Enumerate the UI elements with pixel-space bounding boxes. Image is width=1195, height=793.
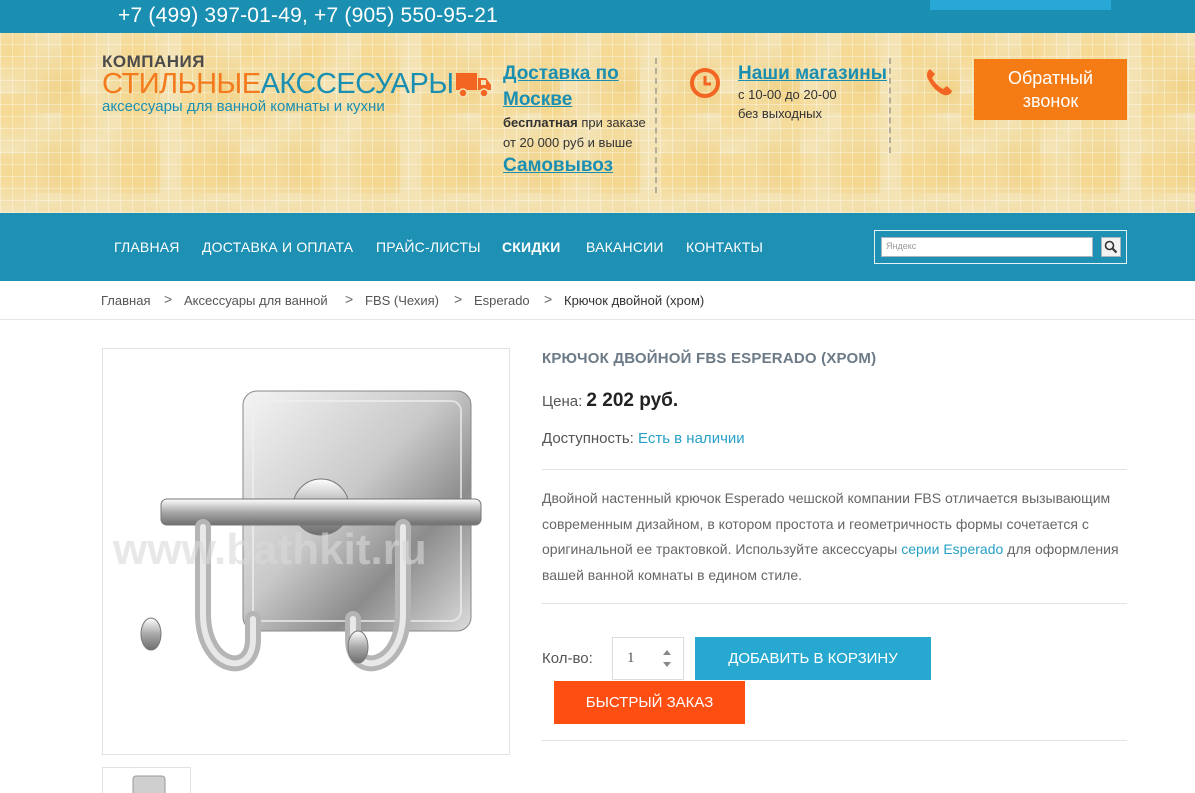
- nav-item-contacts[interactable]: Контакты: [686, 239, 763, 255]
- breadcrumb: Главная > Аксессуары для ванной > FBS (Ч…: [0, 281, 1195, 320]
- breadcrumb-current: Крючок двойной (хром): [564, 293, 705, 308]
- series-link[interactable]: серии Esperado: [901, 541, 1003, 557]
- logo-brand: СТИЛЬНЫЕАКССЕСУАРЫ: [102, 68, 454, 100]
- price-label: Цена:: [542, 393, 583, 410]
- logo-brand-part2: АКССЕСУАРЫ: [260, 68, 454, 100]
- search-input[interactable]: Яндекс: [881, 237, 1093, 257]
- delivery-block: Доставка по Москве бесплатная при заказе…: [503, 61, 655, 178]
- breadcrumb-item-home[interactable]: Главная: [101, 293, 150, 308]
- search-button[interactable]: [1101, 237, 1121, 257]
- callback-line2: звонок: [1022, 91, 1079, 111]
- search-icon: [1104, 240, 1118, 254]
- nav-item-home[interactable]: Главная: [114, 239, 180, 255]
- divider: [542, 740, 1127, 741]
- site-header: КОМПАНИЯ СТИЛЬНЫЕАКССЕСУАРЫ аксессуары д…: [0, 33, 1195, 213]
- price-row: Цена: 2 202 руб.: [542, 390, 678, 412]
- stores-link[interactable]: Наши магазины: [738, 63, 887, 85]
- nav-item-vacancies[interactable]: Вакансии: [586, 239, 664, 255]
- price-value: 2 202 руб.: [586, 390, 679, 411]
- breadcrumb-separator: >: [454, 291, 463, 307]
- nav-item-delivery[interactable]: Доставка и оплата: [202, 239, 353, 255]
- spinner-up-icon[interactable]: [663, 650, 671, 655]
- product-image[interactable]: www.bathkit.ru: [102, 348, 510, 755]
- header-divider: [889, 58, 891, 153]
- phone-numbers[interactable]: +7 (499) 397-01-49, +7 (905) 550-95-21: [118, 4, 498, 28]
- availability-row: Доступность: Есть в наличии: [542, 430, 745, 447]
- delivery-note: бесплатная при заказе от 20 000 руб и вы…: [503, 113, 655, 153]
- divider: [542, 469, 1127, 470]
- delivery-link[interactable]: Доставка по Москве: [503, 61, 655, 113]
- search-box: Яндекс: [874, 230, 1127, 264]
- product-description: Двойной настенный крючок Esperado чешско…: [542, 486, 1132, 588]
- delivery-note-free: бесплатная: [503, 115, 578, 130]
- product-photo: www.bathkit.ru: [112, 390, 482, 672]
- stores-days: без выходных: [738, 106, 822, 121]
- nav-item-discounts[interactable]: Скидки: [502, 239, 561, 255]
- stores-block: Наши магазины с 10-00 до 20-00 без выход…: [738, 63, 887, 123]
- callback-button[interactable]: Обратный звонок: [974, 59, 1127, 120]
- watermark: www.bathkit.ru: [112, 525, 427, 574]
- truck-icon: [456, 73, 491, 98]
- spinner-down-icon[interactable]: [663, 662, 671, 667]
- header-divider: [655, 58, 657, 193]
- pickup-link[interactable]: Самовывоз: [503, 154, 655, 178]
- breadcrumb-item-esperado[interactable]: Esperado: [474, 293, 530, 308]
- quantity-value[interactable]: 1: [627, 650, 635, 667]
- product-title: Крючок двойной FBS Esperado (хром): [542, 350, 877, 367]
- quantity-stepper[interactable]: 1: [612, 637, 684, 680]
- site-logo[interactable]: КОМПАНИЯ СТИЛЬНЫЕАКССЕСУАРЫ аксессуары д…: [102, 53, 454, 115]
- phone-icon: [926, 69, 952, 96]
- stores-hours: с 10-00 до 20-00: [738, 87, 837, 102]
- thumbnail-photo: [132, 775, 166, 793]
- add-to-cart-button[interactable]: Добавить в корзину: [695, 637, 931, 680]
- quick-order-button[interactable]: Быстрый заказ: [554, 681, 745, 724]
- divider: [542, 603, 1127, 604]
- breadcrumb-separator: >: [345, 291, 354, 307]
- nav-item-prices[interactable]: Прайс-листы: [376, 239, 481, 255]
- breadcrumb-separator: >: [164, 291, 173, 307]
- availability-value: Есть в наличии: [637, 430, 745, 447]
- top-contact-bar: +7 (499) 397-01-49, +7 (905) 550-95-21: [0, 0, 1195, 33]
- breadcrumb-separator: >: [544, 291, 553, 307]
- top-right-button[interactable]: [930, 0, 1111, 10]
- quantity-label: Кол-во:: [542, 650, 593, 667]
- callback-line1: Обратный: [1007, 68, 1094, 88]
- breadcrumb-item-bath[interactable]: Аксессуары для ванной: [184, 293, 328, 308]
- clock-icon: [690, 68, 720, 98]
- logo-brand-part1: СТИЛЬНЫЕ: [102, 68, 261, 100]
- logo-tagline: аксессуары для ванной комнаты и кухни: [102, 98, 385, 115]
- breadcrumb-item-fbs[interactable]: FBS (Чехия): [365, 293, 439, 308]
- availability-label: Доступность:: [542, 430, 634, 447]
- main-nav: Главная Доставка и оплата Прайс-листы Ск…: [0, 213, 1195, 281]
- product-thumbnail[interactable]: [102, 767, 191, 793]
